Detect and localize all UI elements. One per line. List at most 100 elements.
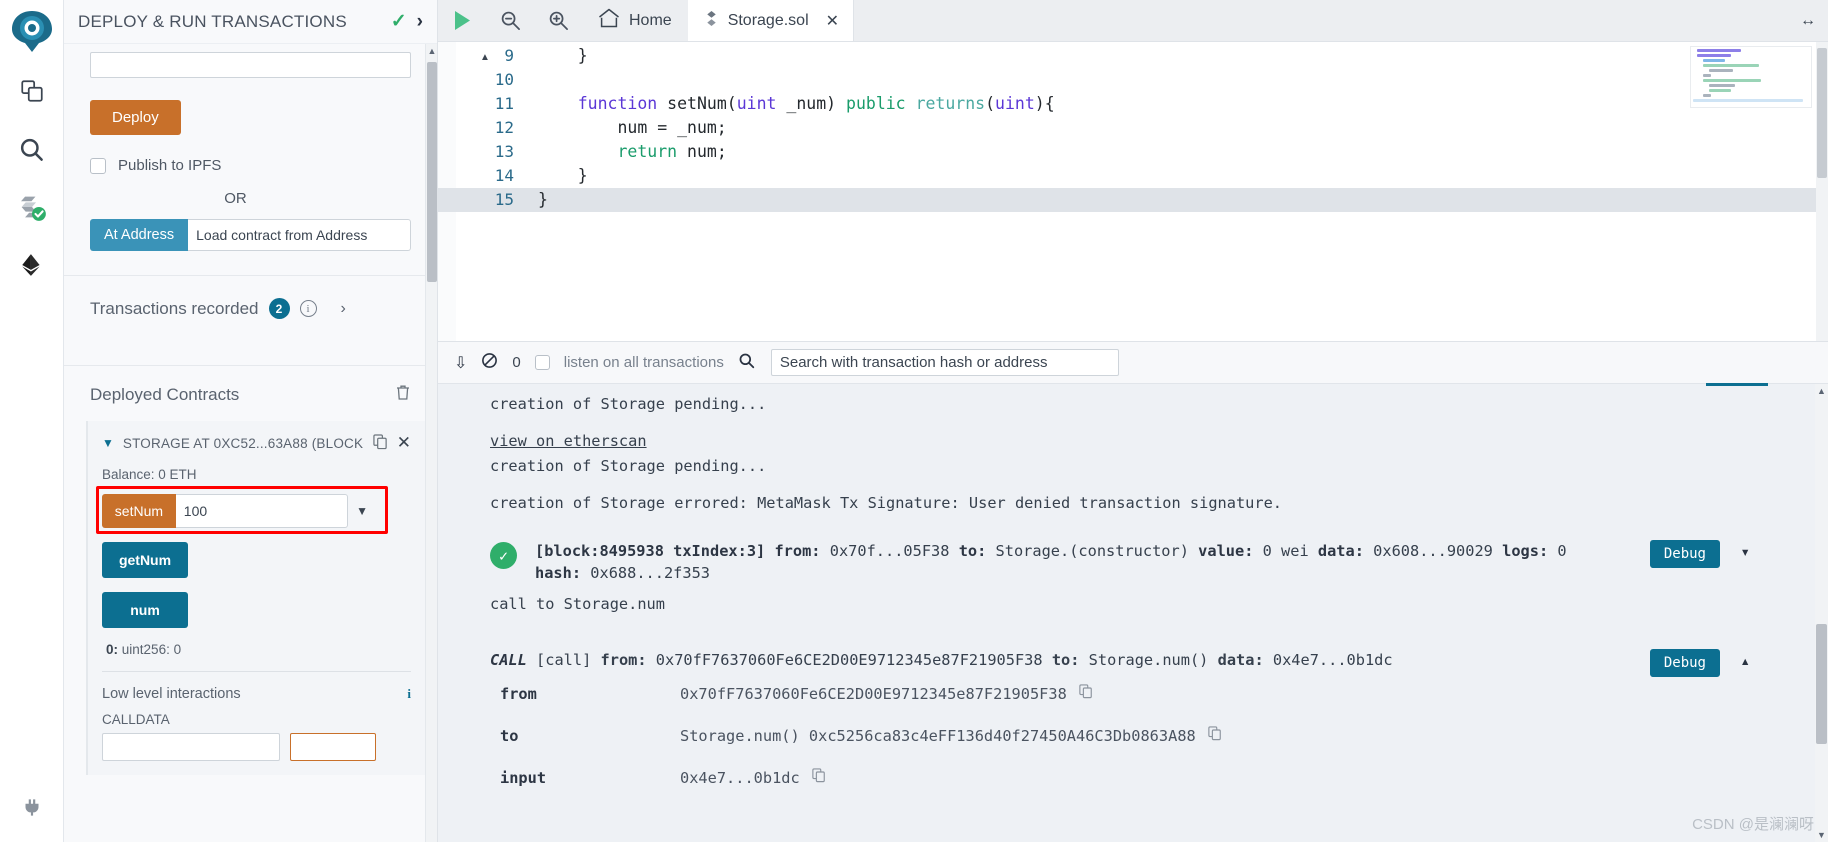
code-line[interactable]: 13 return num; — [438, 140, 1828, 164]
copy-icon[interactable] — [812, 768, 826, 787]
chevron-right-icon[interactable]: › — [417, 11, 423, 33]
line-number: 14 — [494, 166, 514, 185]
chevron-down-icon[interactable]: ▾ — [1740, 542, 1750, 561]
info-icon[interactable]: i — [299, 300, 317, 317]
scrollbar-thumb[interactable] — [427, 62, 437, 282]
zoom-out-icon[interactable] — [486, 0, 534, 41]
collapse-all-icon[interactable]: ⇩ — [454, 353, 467, 373]
listen-all-checkbox[interactable] — [534, 355, 550, 370]
check-icon: ✓ — [390, 11, 407, 32]
calldata-transact-button[interactable] — [290, 733, 376, 761]
low-level-interactions-row: Low level interactions i — [102, 686, 411, 702]
listen-all-label: listen on all transactions — [563, 354, 724, 371]
remix-logo[interactable] — [0, 0, 63, 62]
editor-scrollbar[interactable] — [1816, 42, 1828, 341]
chevron-up-icon[interactable]: ▴ — [1740, 651, 1750, 670]
deploy-run-icon[interactable] — [0, 236, 64, 294]
remix-ide-window: DEPLOY & RUN TRANSACTIONS ✓ › Deploy Pub… — [0, 0, 1828, 842]
home-icon — [598, 8, 620, 33]
line-number: 12 — [494, 118, 514, 137]
code-editor[interactable]: ▲ 9 } 10 11 function setNum(uint _num) pub… — [438, 42, 1828, 342]
contract-select-field[interactable] — [90, 52, 411, 78]
terminal-scrollbar[interactable]: ▲ ▼ — [1815, 384, 1828, 842]
code-text: num = _num; — [538, 118, 727, 137]
code-text: } — [538, 166, 588, 185]
code-line[interactable]: 12 num = _num; — [438, 116, 1828, 140]
setnum-input[interactable] — [175, 494, 349, 528]
detail-value: 0x70fF7637060Fe6CE2D00E9712345e87F21905F… — [680, 683, 1093, 705]
scroll-down-arrow-icon[interactable]: ▼ — [1815, 828, 1828, 842]
scrollbar-thumb[interactable] — [1817, 48, 1827, 178]
home-tab[interactable]: Home — [582, 0, 688, 41]
publish-ipfs-row[interactable]: Publish to IPFS — [90, 157, 411, 174]
run-icon[interactable] — [438, 0, 486, 41]
setnum-button[interactable]: setNum — [102, 494, 176, 528]
expand-icon[interactable]: ↔ — [1788, 0, 1828, 41]
terminal-line: creation of Storage pending... — [490, 457, 767, 475]
sidepanel-scrollbar[interactable]: ▲ — [425, 44, 437, 842]
num-result-index: 0: — [106, 642, 119, 657]
code-lines[interactable]: 9 } 10 11 function setNum(uint _num) publi… — [438, 44, 1828, 212]
code-line[interactable]: 9 } — [438, 44, 1828, 68]
transaction-log-entry[interactable]: ✓ [block:8495938 txIndex:3] from: 0x70f..… — [438, 530, 1828, 588]
deploy-button[interactable]: Deploy — [90, 100, 181, 135]
num-button[interactable]: num — [102, 592, 188, 628]
terminal-link[interactable]: view on etherscan — [438, 429, 1828, 454]
tab-bar: Home Storage.sol ✕ ↔ — [438, 0, 1828, 42]
trash-icon[interactable] — [395, 384, 411, 405]
at-address-button[interactable]: At Address — [90, 219, 189, 251]
close-icon[interactable]: ✕ — [826, 11, 839, 31]
copy-icon[interactable] — [373, 433, 388, 453]
chevron-down-icon[interactable]: ▼ — [102, 436, 114, 450]
deployed-contracts-label: Deployed Contracts — [90, 384, 240, 404]
setnum-row: setNum ▼ — [102, 494, 368, 528]
file-explorer-icon[interactable] — [0, 62, 64, 120]
transactions-recorded-row[interactable]: Transactions recorded 2 i › — [64, 276, 437, 341]
success-check-icon: ✓ — [490, 542, 517, 569]
line-number: 10 — [494, 70, 514, 89]
terminal-panel: ⇩ 0 listen on all transactions creation — [438, 342, 1828, 842]
terminal-line: creation of Storage pending... — [490, 395, 767, 413]
code-line[interactable]: 14 } — [438, 164, 1828, 188]
at-address-input[interactable] — [188, 219, 411, 251]
publish-ipfs-checkbox[interactable] — [90, 157, 106, 174]
code-line[interactable]: 15} — [438, 188, 1828, 212]
clear-console-icon[interactable] — [481, 352, 498, 374]
contract-card-header[interactable]: ▼ STORAGE AT 0XC52...63A88 (BLOCKCHAIN) … — [102, 433, 411, 453]
calldata-input[interactable] — [102, 733, 280, 761]
copy-icon[interactable] — [1079, 684, 1093, 703]
plugin-manager-icon[interactable] — [0, 778, 64, 836]
search-icon[interactable] — [0, 120, 64, 178]
chevron-right-icon[interactable]: › — [341, 300, 346, 318]
home-tab-label: Home — [629, 11, 672, 29]
getnum-button[interactable]: getNum — [102, 542, 188, 578]
debug-button[interactable]: Debug — [1649, 540, 1720, 568]
chevron-down-icon[interactable]: ▼ — [356, 504, 368, 518]
info-icon[interactable]: i — [407, 686, 411, 702]
deploy-section: Deploy Publish to IPFS OR At Address — [64, 78, 437, 251]
solidity-compiler-icon[interactable] — [0, 178, 64, 236]
editor-minimap[interactable] — [1690, 46, 1812, 108]
scroll-up-arrow-icon[interactable]: ▲ — [426, 44, 437, 58]
code-line[interactable]: 10 — [438, 68, 1828, 92]
or-separator-label: OR — [224, 190, 247, 207]
panel-title: DEPLOY & RUN TRANSACTIONS — [78, 11, 347, 31]
scrollbar-thumb[interactable] — [1816, 624, 1827, 744]
publish-ipfs-label: Publish to IPFS — [118, 157, 222, 174]
tab-storage-sol[interactable]: Storage.sol ✕ — [687, 0, 855, 41]
num-result-value: uint256: 0 — [121, 642, 182, 657]
call-log-entry[interactable]: CALL [call] from: 0x70fF7637060Fe6CE2D00… — [438, 639, 1828, 677]
zoom-in-icon[interactable] — [534, 0, 582, 41]
copy-icon[interactable] — [1208, 726, 1222, 745]
scroll-up-arrow-icon[interactable]: ▲ — [1815, 384, 1828, 398]
close-icon[interactable]: ✕ — [397, 433, 411, 453]
terminal-log[interactable]: creation of Storage pending... view on et… — [438, 384, 1828, 842]
terminal-search-input[interactable] — [770, 349, 1119, 376]
calldata-row — [102, 733, 411, 761]
terminal-line: creation of Storage errored: MetaMask Tx… — [490, 494, 1283, 512]
detail-value: 0x4e7...0b1dc — [680, 767, 826, 789]
code-line[interactable]: 11 function setNum(uint _num) public ret… — [438, 92, 1828, 116]
low-level-interactions-label: Low level interactions — [102, 686, 241, 702]
deployed-contracts-header: Deployed Contracts — [64, 366, 437, 421]
debug-button[interactable]: Debug — [1649, 649, 1720, 677]
